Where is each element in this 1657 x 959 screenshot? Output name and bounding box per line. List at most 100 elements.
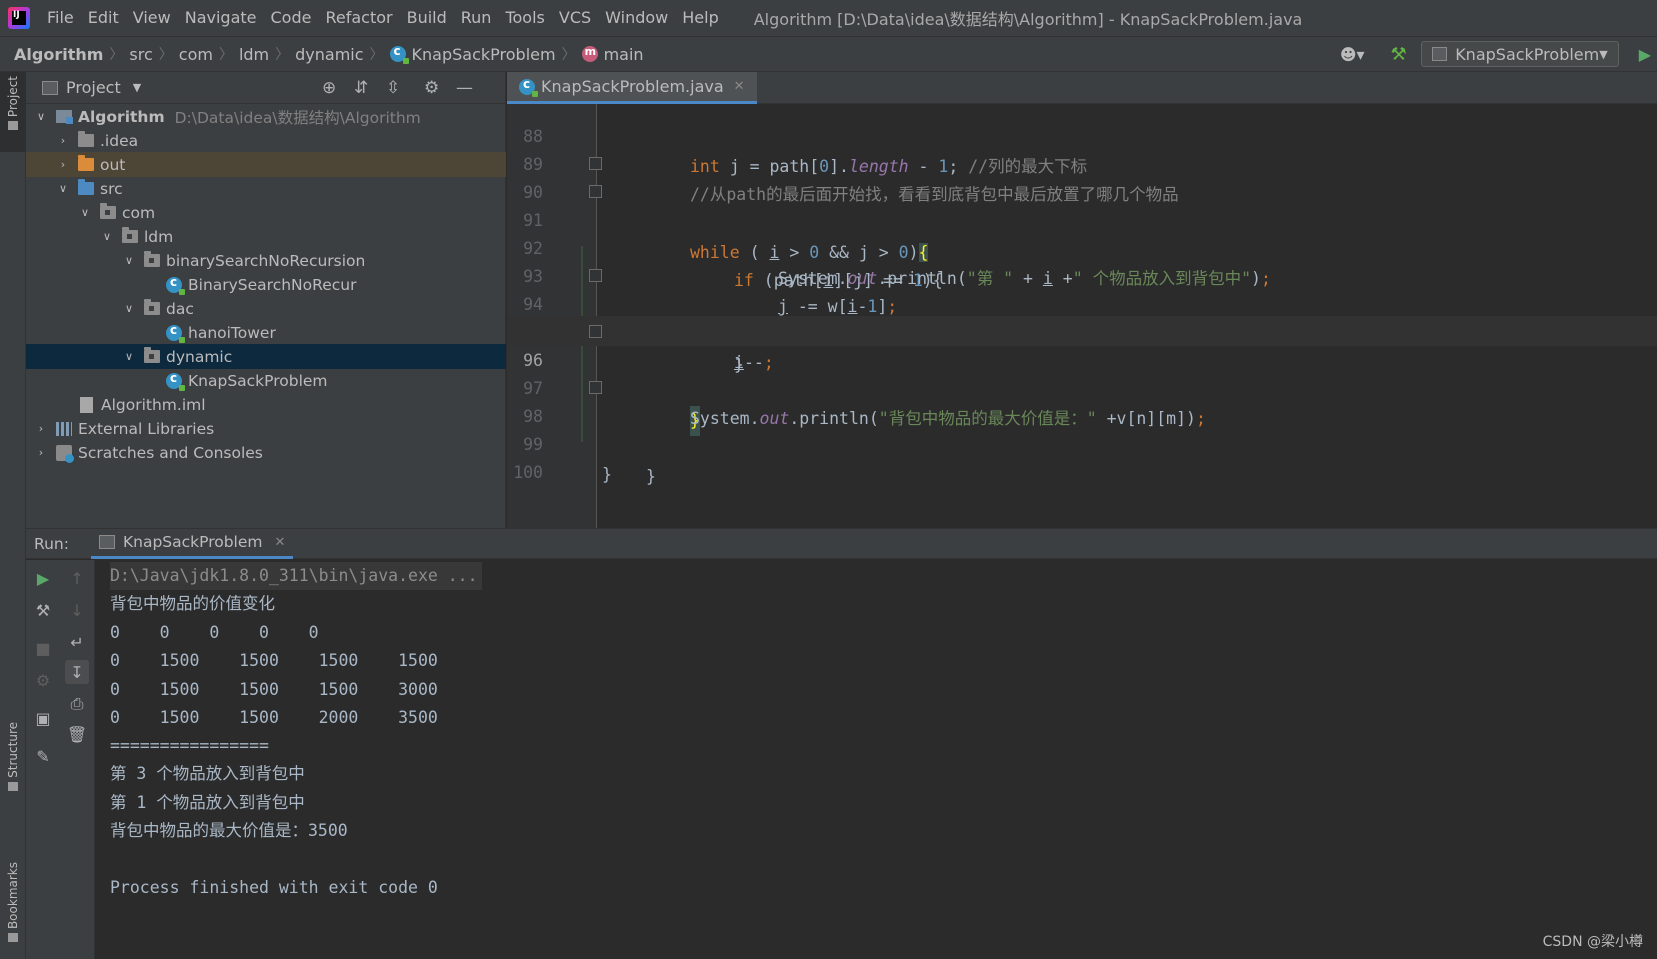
arrow-down-icon[interactable]: ↓ <box>65 598 89 622</box>
console-line: 0 1500 1500 2000 3500 <box>110 708 438 727</box>
console-line: 0 1500 1500 1500 1500 <box>110 651 438 670</box>
tree-item-label: binarySearchNoRecursion <box>166 251 366 270</box>
arrow-up-icon[interactable]: ↑ <box>65 566 89 590</box>
project-panel-title[interactable]: Project <box>66 78 121 97</box>
console-output[interactable]: D:\Java\jdk1.8.0_311\bin\java.exe ... 背包… <box>110 560 1650 959</box>
code-area[interactable]: 88 int j = path[0].length - 1; //列的最大下标 … <box>507 104 1657 528</box>
tree-item-dac[interactable]: ∨ dac <box>26 296 506 321</box>
chevron-right-icon[interactable]: › <box>56 158 70 171</box>
tree-item-binarysearchnorecursion[interactable]: ∨ binarySearchNoRecursion <box>26 248 506 273</box>
tree-item-label: BinarySearchNoRecur <box>188 275 357 294</box>
console-line: 第 3 个物品放入到背包中 <box>110 764 305 783</box>
menu-view[interactable]: View <box>126 0 178 36</box>
bookmarks-tool-button[interactable]: Bookmarks <box>0 862 26 952</box>
chevron-down-icon[interactable]: ∨ <box>100 230 114 243</box>
code-text: } <box>602 465 612 484</box>
breadcrumb-dynamic[interactable]: dynamic <box>289 45 369 64</box>
menu-edit[interactable]: Edit <box>81 0 126 36</box>
tree-item-binarysearchnorecur[interactable]: BinarySearchNoRecur <box>26 272 506 297</box>
chevron-right-icon: 〉 <box>275 47 290 63</box>
chevron-down-icon[interactable]: ∨ <box>78 206 92 219</box>
fold-icon[interactable] <box>589 269 602 282</box>
menu-vcs[interactable]: VCS <box>552 0 598 36</box>
menu-refactor[interactable]: Refactor <box>318 0 399 36</box>
menu-code[interactable]: Code <box>264 0 319 36</box>
wrench-icon[interactable]: ⚒ <box>31 598 55 622</box>
chevron-down-icon[interactable]: ∨ <box>122 254 136 267</box>
left-tool-stripe: Project Structure Bookmarks <box>0 72 26 959</box>
gear-icon[interactable]: ⚙ <box>424 78 439 98</box>
tree-item-scratches[interactable]: › Scratches and Consoles <box>26 440 506 465</box>
fold-icon[interactable] <box>589 185 602 198</box>
menu-build[interactable]: Build <box>400 0 454 36</box>
chevron-down-icon[interactable]: ∨ <box>122 302 136 315</box>
menu-file[interactable]: File <box>40 0 81 36</box>
breadcrumb-method[interactable]: main <box>576 45 650 64</box>
tree-item-src[interactable]: ∨ src <box>26 176 506 201</box>
hide-panel-icon[interactable]: — <box>456 78 473 98</box>
run-icon[interactable]: ▶ <box>1639 45 1651 64</box>
breadcrumb-project[interactable]: Algorithm <box>0 45 109 64</box>
layout-icon[interactable]: ▣ <box>31 706 55 730</box>
menu-tools[interactable]: Tools <box>498 0 551 36</box>
user-icon[interactable]: ☻▾ <box>1340 45 1365 64</box>
breadcrumb-ldm[interactable]: ldm <box>233 45 275 64</box>
breadcrumb-com[interactable]: com <box>173 45 219 64</box>
package-icon <box>144 251 160 267</box>
chevron-right-icon[interactable]: › <box>34 446 48 459</box>
expand-all-icon[interactable]: ⇵ <box>354 78 368 98</box>
tree-item-ldm[interactable]: ∨ ldm <box>26 224 506 249</box>
fold-icon[interactable] <box>589 381 602 394</box>
debug-bug-icon[interactable]: ⚙ <box>31 668 55 692</box>
close-icon[interactable]: ✕ <box>274 535 285 550</box>
menu-help[interactable]: Help <box>675 0 725 36</box>
fold-icon[interactable] <box>589 157 602 170</box>
tree-item-dynamic[interactable]: ∨ dynamic <box>26 344 506 369</box>
tree-item-algorithm-iml[interactable]: Algorithm.iml <box>26 392 506 417</box>
tree-item-label: hanoiTower <box>188 323 276 342</box>
print-icon[interactable]: ⎙ <box>65 692 89 716</box>
chevron-down-icon[interactable]: ∨ <box>122 350 136 363</box>
menu-window[interactable]: Window <box>598 0 675 36</box>
scroll-to-end-icon[interactable]: ↧ <box>65 660 89 684</box>
pin-icon[interactable]: ✎ <box>31 744 55 768</box>
build-hammer-icon[interactable]: ⚒ <box>1391 44 1407 65</box>
trash-icon[interactable]: 🗑 <box>65 722 89 746</box>
chevron-down-icon[interactable]: ∨ <box>34 110 48 123</box>
tree-item-idea[interactable]: › .idea <box>26 128 506 153</box>
console-line: 第 1 个物品放入到背包中 <box>110 793 305 812</box>
fold-icon[interactable] <box>589 325 602 338</box>
tree-item-external-libraries[interactable]: › External Libraries <box>26 416 506 441</box>
rerun-icon[interactable]: ▶ <box>31 566 55 590</box>
locate-target-icon[interactable]: ⊕ <box>322 78 336 98</box>
java-class-icon <box>519 77 538 97</box>
project-view-icon <box>42 80 58 95</box>
collapse-all-icon[interactable]: ⇳ <box>386 78 400 98</box>
editor-tab-knapsackproblem[interactable]: KnapSackProblem.java ✕ <box>507 72 757 104</box>
console-line-command[interactable]: D:\Java\jdk1.8.0_311\bin\java.exe ... <box>110 562 482 590</box>
menu-bar: File Edit View Navigate Code Refactor Bu… <box>0 0 1657 36</box>
project-tool-button[interactable]: Project <box>0 72 26 152</box>
soft-wrap-icon[interactable]: ↵ <box>65 630 89 654</box>
tree-item-algorithm[interactable]: ∨ Algorithm D:\Data\idea\数据结构\Algorithm <box>26 104 506 129</box>
run-tab-label: KnapSackProblem <box>122 533 263 551</box>
chevron-down-icon[interactable]: ∨ <box>56 182 70 195</box>
chevron-down-icon[interactable]: ▼ <box>133 81 141 94</box>
tree-item-out[interactable]: › out <box>26 152 506 177</box>
close-icon[interactable]: ✕ <box>734 79 745 94</box>
chevron-right-icon[interactable]: › <box>56 134 70 147</box>
structure-tool-button[interactable]: Structure <box>0 722 26 802</box>
tree-item-hanoitower[interactable]: hanoiTower <box>26 320 506 345</box>
chevron-right-icon[interactable]: › <box>34 422 48 435</box>
run-configuration-select[interactable]: KnapSackProblem ▼ <box>1420 41 1619 67</box>
tree-item-label: KnapSackProblem <box>188 371 328 390</box>
menu-run[interactable]: Run <box>454 0 499 36</box>
run-tab-knapsackproblem[interactable]: KnapSackProblem ✕ <box>90 529 294 559</box>
tree-item-knapsackproblem[interactable]: KnapSackProblem <box>26 368 506 393</box>
run-config-icon <box>1431 47 1448 61</box>
breadcrumb-src[interactable]: src <box>123 45 158 64</box>
breadcrumb-class[interactable]: KnapSackProblem <box>384 44 562 64</box>
menu-navigate[interactable]: Navigate <box>178 0 264 36</box>
stop-icon[interactable]: ■ <box>31 636 55 660</box>
tree-item-com[interactable]: ∨ com <box>26 200 506 225</box>
